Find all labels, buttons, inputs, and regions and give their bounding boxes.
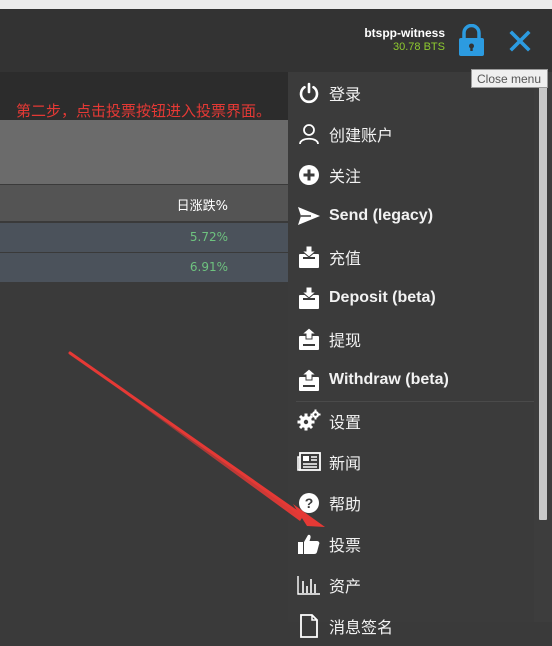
- power-icon: [297, 81, 321, 105]
- document-icon: [297, 613, 321, 638]
- deposit-icon: [297, 286, 321, 310]
- menu-item-settings[interactable]: 设置: [288, 400, 534, 441]
- menu-item-label: 创建账户: [329, 125, 394, 145]
- close-menu-tooltip: Close menu: [471, 69, 548, 88]
- menu-item-deposit[interactable]: 充值: [288, 236, 534, 277]
- instruction-banner: 第二步，点击投票按钮进入投票界面。: [0, 72, 288, 120]
- svg-text:?: ?: [305, 495, 314, 511]
- menu-item-label: 登录: [329, 84, 362, 104]
- menu-item-deposit-beta[interactable]: Deposit (beta): [288, 277, 534, 318]
- menu-item-label: 提现: [329, 330, 362, 350]
- column-header-daily-change[interactable]: 日涨跌%: [0, 195, 228, 214]
- menu-item-label: 消息签名: [329, 617, 394, 637]
- menu-item-withdraw-beta[interactable]: Withdraw (beta): [288, 359, 534, 400]
- account-balance: 30.78 BTS: [393, 41, 445, 53]
- menu-item-label: 新闻: [329, 453, 362, 473]
- menu-item-send-legacy[interactable]: Send (legacy): [288, 195, 534, 236]
- side-menu: 登录 创建账户 关注 Send (legacy) 充值 Deposit (bet…: [288, 72, 534, 638]
- menu-item-label: 资产: [329, 576, 362, 596]
- menu-item-sign-message[interactable]: 消息签名: [288, 605, 534, 646]
- menu-item-label: Withdraw (beta): [329, 370, 449, 388]
- main-content: 第二步，点击投票按钮进入投票界面。 日涨跌% 5.72% 6.91%: [0, 72, 288, 622]
- menu-item-label: 设置: [329, 412, 362, 432]
- menu-item-label: 关注: [329, 166, 362, 186]
- menu-item-label: 充值: [329, 248, 362, 268]
- thumbs-up-icon: [297, 532, 321, 556]
- scrollbar-thumb[interactable]: [539, 72, 547, 520]
- account-info[interactable]: btspp-witness 30.78 BTS: [364, 26, 445, 54]
- bar-chart-icon: [297, 573, 321, 597]
- account-name[interactable]: btspp-witness: [364, 26, 445, 40]
- deposit-icon: [297, 245, 321, 269]
- withdraw-icon: [297, 367, 321, 392]
- lock-icon[interactable]: [458, 24, 485, 57]
- daily-change-value: 5.72%: [189, 230, 228, 244]
- menu-item-label: Send (legacy): [329, 206, 434, 224]
- table-row[interactable]: 6.91%: [0, 253, 288, 282]
- send-icon: [297, 204, 321, 228]
- close-icon[interactable]: [509, 30, 531, 52]
- browser-top-strip: [0, 0, 552, 9]
- help-icon: ?: [297, 491, 321, 515]
- withdraw-icon: [297, 326, 321, 351]
- plus-circle-icon: [297, 163, 321, 187]
- table-row[interactable]: 5.72%: [0, 223, 288, 252]
- menu-item-withdraw[interactable]: 提现: [288, 318, 534, 359]
- menu-item-help[interactable]: ? 帮助: [288, 482, 534, 523]
- menu-item-assets[interactable]: 资产: [288, 564, 534, 605]
- menu-item-vote[interactable]: 投票: [288, 523, 534, 564]
- daily-change-value: 6.91%: [189, 260, 228, 274]
- menu-item-label: Deposit (beta): [329, 288, 436, 306]
- panel-header-area: [0, 120, 288, 184]
- menu-item-news[interactable]: 新闻: [288, 441, 534, 482]
- table-header: 日涨跌%: [0, 185, 288, 221]
- gears-icon: [297, 409, 321, 433]
- menu-item-create-account[interactable]: 创建账户: [288, 113, 534, 154]
- menu-item-follow[interactable]: 关注: [288, 154, 534, 195]
- menu-item-label: 投票: [329, 535, 362, 555]
- newspaper-icon: [297, 450, 321, 474]
- user-icon: [297, 122, 321, 146]
- instruction-text: 第二步，点击投票按钮进入投票界面。: [16, 102, 272, 120]
- menu-item-label: 帮助: [329, 494, 362, 514]
